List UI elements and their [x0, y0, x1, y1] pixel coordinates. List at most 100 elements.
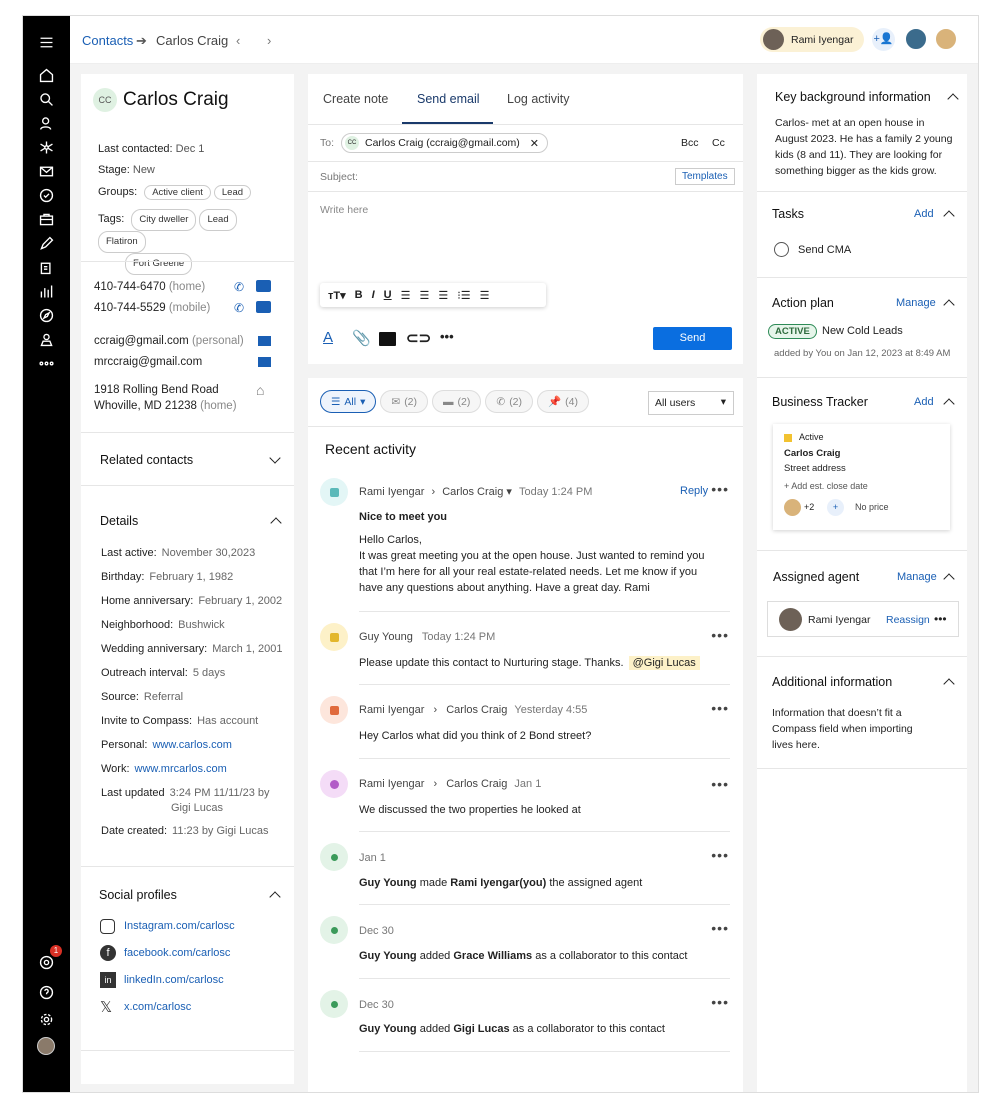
chat-icon[interactable] [256, 280, 271, 292]
cc-button[interactable]: Cc [712, 137, 725, 149]
call-icon[interactable]: ✆ [234, 280, 244, 294]
add-tracker-button[interactable]: Add [914, 396, 934, 408]
activity-from[interactable]: Rami Iyengar [359, 486, 424, 498]
next-contact-button[interactable]: › [267, 33, 271, 48]
detail-link[interactable]: www.mrcarlos.com [135, 763, 227, 775]
group-chip[interactable]: Lead [213, 185, 252, 200]
filter-all[interactable]: ☰ All ▾ [320, 390, 377, 413]
social-link-facebook[interactable]: facebook.com/carlosc [124, 947, 230, 959]
activity-object[interactable]: Rami Iyengar(you) [450, 877, 546, 889]
activity-to[interactable]: Carlos Craig [442, 486, 503, 498]
numbered-list-icon[interactable]: ☰ [480, 289, 490, 302]
more-icon[interactable]: ••• [711, 920, 729, 936]
chevron-up-icon[interactable] [943, 398, 955, 410]
business-tracker-title[interactable]: Business Tracker [772, 395, 868, 409]
activity-actor[interactable]: Guy Young [359, 1023, 417, 1035]
activity-actor[interactable]: Guy Young [359, 877, 417, 889]
align-right-icon[interactable]: ☰ [438, 289, 448, 302]
settings-icon[interactable] [34, 1007, 58, 1031]
activity-object[interactable]: Gigi Lucas [453, 1023, 509, 1035]
add-task-button[interactable]: Add [914, 208, 934, 220]
email-body-input[interactable]: Write here [320, 204, 368, 216]
avatar[interactable] [34, 1034, 58, 1058]
reply-button[interactable]: Reply [680, 485, 708, 497]
phone-number[interactable]: 410-744-5529 [94, 302, 166, 314]
manage-plan-button[interactable]: Manage [896, 297, 936, 309]
social-link-x[interactable]: x.com/carlosc [124, 1001, 191, 1013]
network-icon[interactable] [34, 135, 58, 159]
more-icon[interactable]: ••• [711, 994, 729, 1010]
underline-icon[interactable]: U [384, 289, 392, 301]
align-center-icon[interactable]: ☰ [419, 289, 429, 302]
text-size-icon[interactable]: ᴛT▾ [328, 289, 346, 302]
more-icon[interactable]: ••• [711, 481, 729, 497]
mentions-icon[interactable]: 1 [34, 945, 62, 974]
agent-icon[interactable] [34, 327, 58, 351]
tracker-card[interactable]: Active Carlos Craig Street address + Add… [773, 424, 950, 530]
add-collaborator-button[interactable]: +👤 [872, 28, 895, 51]
chevron-down-icon[interactable] [269, 452, 281, 464]
group-chip[interactable]: Active client [144, 185, 211, 200]
bold-icon[interactable]: B [355, 289, 363, 301]
text-color-icon[interactable]: A [323, 329, 333, 346]
chevron-up-icon[interactable] [947, 93, 959, 105]
mention[interactable]: @Gigi Lucas [628, 656, 700, 670]
email-address[interactable]: ccraig@gmail.com [94, 335, 189, 347]
image-icon[interactable] [379, 332, 396, 346]
bullet-list-icon[interactable]: ⁝☰ [457, 289, 470, 302]
breadcrumb-contacts[interactable]: Contacts [82, 33, 133, 48]
activity-object[interactable]: Grace Williams [453, 950, 532, 962]
social-profiles-title[interactable]: Social profiles [99, 888, 177, 902]
listings-icon[interactable] [34, 255, 58, 279]
additional-info-title[interactable]: Additional information [772, 675, 892, 689]
action-plan-title[interactable]: Action plan [772, 296, 834, 310]
tab-log-activity[interactable]: Log activity [507, 92, 570, 106]
chat-icon[interactable] [256, 301, 271, 313]
assigned-agent-title[interactable]: Assigned agent [773, 570, 859, 584]
chevron-up-icon[interactable] [943, 678, 955, 690]
briefcase-icon[interactable] [34, 207, 58, 231]
detail-link[interactable]: www.carlos.com [152, 739, 231, 751]
details-title[interactable]: Details [100, 514, 138, 528]
users-select[interactable]: All users ▾ [648, 391, 734, 415]
mail-icon[interactable] [258, 336, 271, 346]
close-icon[interactable]: ✕ [530, 137, 539, 150]
chevron-up-icon[interactable] [269, 891, 281, 903]
more-icon[interactable]: ••• [711, 627, 729, 643]
templates-button[interactable]: Templates [675, 168, 735, 185]
tag-chip[interactable]: Flatiron [98, 231, 146, 253]
manage-agent-button[interactable]: Manage [897, 571, 937, 583]
more-icon[interactable]: ••• [711, 700, 729, 716]
chevron-up-icon[interactable] [270, 517, 282, 529]
tag-chip[interactable]: City dweller [131, 209, 197, 231]
help-icon[interactable] [34, 980, 58, 1004]
user-chip[interactable]: Rami Iyengar [760, 27, 864, 52]
background-title[interactable]: Key background information [775, 90, 931, 104]
activity-from[interactable]: Rami Iyengar [359, 778, 424, 790]
tasks-title[interactable]: Tasks [772, 207, 804, 221]
pencil-icon[interactable] [34, 231, 58, 255]
chevron-up-icon[interactable] [943, 573, 955, 585]
align-left-icon[interactable]: ☰ [401, 289, 411, 302]
analytics-icon[interactable] [34, 279, 58, 303]
avatar[interactable] [904, 27, 928, 51]
mail-icon[interactable] [34, 159, 58, 183]
add-collaborator-icon[interactable]: + [827, 499, 844, 516]
recipient-chip[interactable]: CC Carlos Craig (ccraig@gmail.com) ✕ [341, 133, 548, 153]
tag-chip[interactable]: Fort Greene [125, 253, 193, 275]
mail-icon[interactable] [258, 357, 271, 367]
filter-pinned[interactable]: 📌 (4) [537, 390, 589, 413]
more-icon[interactable]: ••• [711, 776, 729, 792]
reassign-button[interactable]: Reassign [886, 614, 930, 626]
task-checkbox[interactable] [774, 242, 789, 257]
compass-icon[interactable] [34, 303, 58, 327]
call-icon[interactable]: ✆ [234, 301, 244, 315]
tag-chip[interactable]: Lead [199, 209, 237, 231]
activity-from[interactable]: Guy Young [359, 631, 413, 643]
more-icon[interactable] [34, 351, 58, 375]
link-icon[interactable]: ⊂⊃ [406, 329, 431, 347]
add-close-date-button[interactable]: + Add est. close date [784, 481, 868, 491]
tab-create-note[interactable]: Create note [323, 92, 388, 106]
activity-to[interactable]: Carlos Craig [446, 778, 507, 790]
menu-icon[interactable] [34, 30, 58, 54]
